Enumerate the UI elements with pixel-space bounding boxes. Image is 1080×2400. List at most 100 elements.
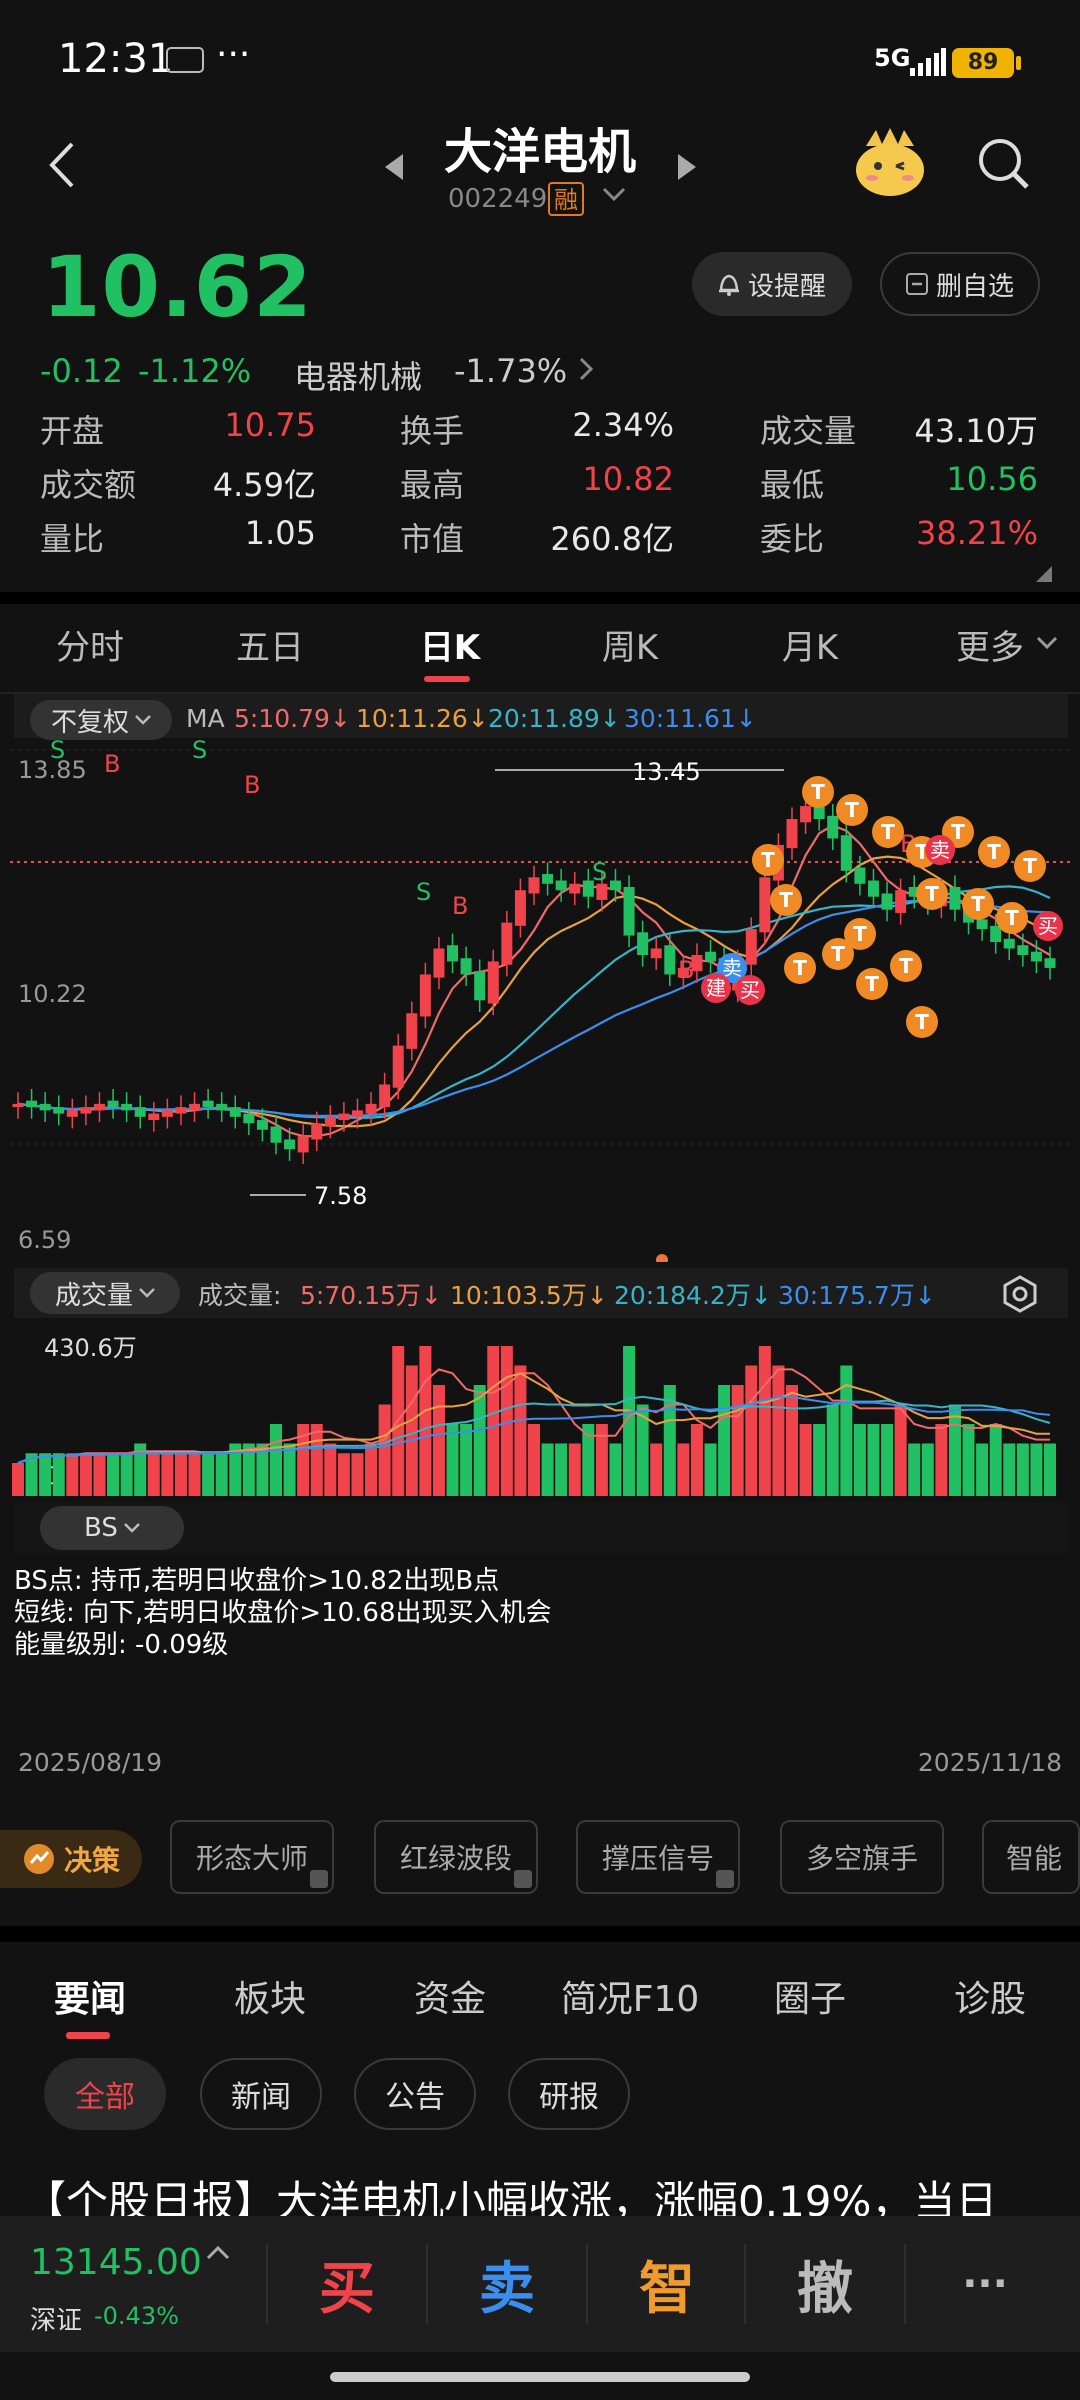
- kline-chart[interactable]: 13.8510.226.5913.457.58SBSBSBSBBTTTTTTTT…: [0, 740, 1080, 1262]
- chevron-right-icon[interactable]: [578, 356, 594, 382]
- volume-bar: [853, 1424, 866, 1496]
- signal-b: B: [244, 771, 260, 799]
- news-tab[interactable]: 简况F10: [560, 1970, 700, 2022]
- candle-body: [284, 1139, 296, 1150]
- candle-body: [881, 893, 893, 910]
- trade-button[interactable]: 卖: [428, 2228, 586, 2340]
- volume-bar: [310, 1424, 323, 1496]
- volume-bar: [921, 1443, 934, 1496]
- cursor-dot: [656, 1254, 668, 1262]
- news-tab[interactable]: 板块: [200, 1970, 340, 2022]
- t-signal-label: T: [811, 780, 825, 804]
- candle-body: [1017, 945, 1029, 955]
- volume-bar: [704, 1443, 717, 1496]
- settings-hexagon-icon[interactable]: [1000, 1274, 1040, 1314]
- sector-name[interactable]: 电器机械: [294, 352, 422, 398]
- volume-bar: [989, 1424, 1002, 1496]
- volume-bar: [758, 1346, 771, 1496]
- news-tab[interactable]: 诊股: [920, 1970, 1060, 2022]
- volume-ma-value: 20:184.2万↓: [614, 1281, 772, 1310]
- signal-s: S: [50, 740, 65, 764]
- news-tab[interactable]: 资金: [380, 1970, 520, 2022]
- chevron-down-icon[interactable]: [602, 186, 626, 202]
- tab-2[interactable]: 日K: [390, 620, 510, 669]
- home-indicator[interactable]: [330, 2372, 750, 2382]
- tool-chip[interactable]: 智能: [982, 1820, 1080, 1894]
- tab-3[interactable]: 周K: [570, 620, 690, 669]
- volume-bar: [1030, 1443, 1043, 1496]
- bs-dropdown[interactable]: BS: [40, 1506, 184, 1550]
- candle-body: [93, 1103, 105, 1111]
- filter-chip[interactable]: 新闻: [200, 2058, 322, 2130]
- volume-ma-value: 30:175.7万↓: [778, 1281, 936, 1310]
- volume-bar: [731, 1385, 744, 1496]
- t-signal-label: T: [971, 892, 985, 916]
- volume-bar: [677, 1443, 690, 1496]
- decision-label: 决策: [63, 1844, 120, 1877]
- news-tab[interactable]: 要闻: [20, 1970, 160, 2022]
- candle-body: [53, 1107, 65, 1114]
- tool-chip[interactable]: 红绿波段: [374, 1820, 538, 1894]
- volume-bar: [826, 1404, 839, 1496]
- candle-body: [637, 932, 649, 955]
- news-tab[interactable]: 圈子: [740, 1970, 880, 2022]
- active-news-tab-indicator: [66, 2032, 110, 2039]
- trade-button[interactable]: ···: [906, 2228, 1064, 2340]
- set-alert-button[interactable]: 设提醒: [692, 252, 852, 316]
- next-stock-icon[interactable]: [676, 152, 698, 182]
- sector-change-pct[interactable]: -1.73%: [454, 352, 567, 390]
- candle-body: [895, 890, 907, 913]
- trade-button[interactable]: 撤: [746, 2228, 904, 2340]
- tool-chip[interactable]: 撑压信号: [576, 1820, 740, 1894]
- trade-button[interactable]: 买: [268, 2228, 426, 2340]
- filter-chip[interactable]: 全部: [44, 2058, 166, 2130]
- volume-bar: [337, 1453, 350, 1496]
- t-signal-label: T: [865, 972, 879, 996]
- indicator-dropdown[interactable]: 成交量: [30, 1272, 180, 1314]
- remove-watchlist-button[interactable]: 删自选: [880, 252, 1040, 316]
- y-axis-label: 6.59: [18, 1226, 71, 1254]
- candle-body: [148, 1113, 160, 1121]
- candle-body: [419, 974, 431, 1017]
- t-signal-label: T: [951, 820, 965, 844]
- volume-bar: [120, 1453, 133, 1496]
- expand-corner-icon[interactable]: [1036, 566, 1052, 582]
- battery-icon: 89: [952, 48, 1014, 78]
- index-value[interactable]: 13145.00: [30, 2242, 202, 2283]
- tool-chip[interactable]: 多空旗手: [780, 1820, 944, 1894]
- y-axis-label: 10.22: [18, 980, 87, 1008]
- tab-1[interactable]: 五日: [210, 620, 330, 669]
- candle-body: [175, 1107, 187, 1114]
- candle-body: [664, 945, 676, 975]
- candle-body: [121, 1103, 133, 1111]
- stat-label: 最低: [760, 466, 825, 504]
- volume-bar: [514, 1365, 527, 1496]
- candle-body: [351, 1110, 363, 1117]
- buy-signal-label: 买: [740, 978, 760, 1002]
- candle-body: [800, 806, 812, 823]
- candle-body: [256, 1120, 268, 1130]
- trade-button[interactable]: 智: [588, 2228, 746, 2340]
- adjust-mode-dropdown[interactable]: 不复权: [30, 700, 172, 740]
- stat-label: 成交量: [760, 412, 857, 450]
- volume-bar: [446, 1424, 459, 1496]
- volume-bar: [962, 1424, 975, 1496]
- decision-chip[interactable]: 决策: [0, 1830, 142, 1888]
- filter-chip[interactable]: 公告: [354, 2058, 476, 2130]
- decision-icon: [23, 1844, 54, 1874]
- tab-5[interactable]: 更多: [956, 620, 1060, 669]
- axis-date-end: 2025/11/18: [917, 1748, 1062, 1777]
- mascot-icon[interactable]: [852, 128, 928, 198]
- filter-chip[interactable]: 研报: [508, 2058, 630, 2130]
- stat-value: 4.59亿: [212, 466, 316, 504]
- volume-bar: [976, 1443, 989, 1496]
- candle-body: [392, 1045, 404, 1088]
- active-tab-indicator: [424, 676, 470, 682]
- tool-chip[interactable]: 形态大师: [170, 1820, 334, 1894]
- volume-chart[interactable]: 430.6万0: [0, 1320, 1080, 1500]
- caret-up-icon[interactable]: [206, 2244, 230, 2260]
- search-icon[interactable]: [976, 136, 1030, 190]
- lock-icon: [716, 1870, 734, 1888]
- tab-0[interactable]: 分时: [30, 620, 150, 669]
- tab-4[interactable]: 月K: [750, 620, 870, 669]
